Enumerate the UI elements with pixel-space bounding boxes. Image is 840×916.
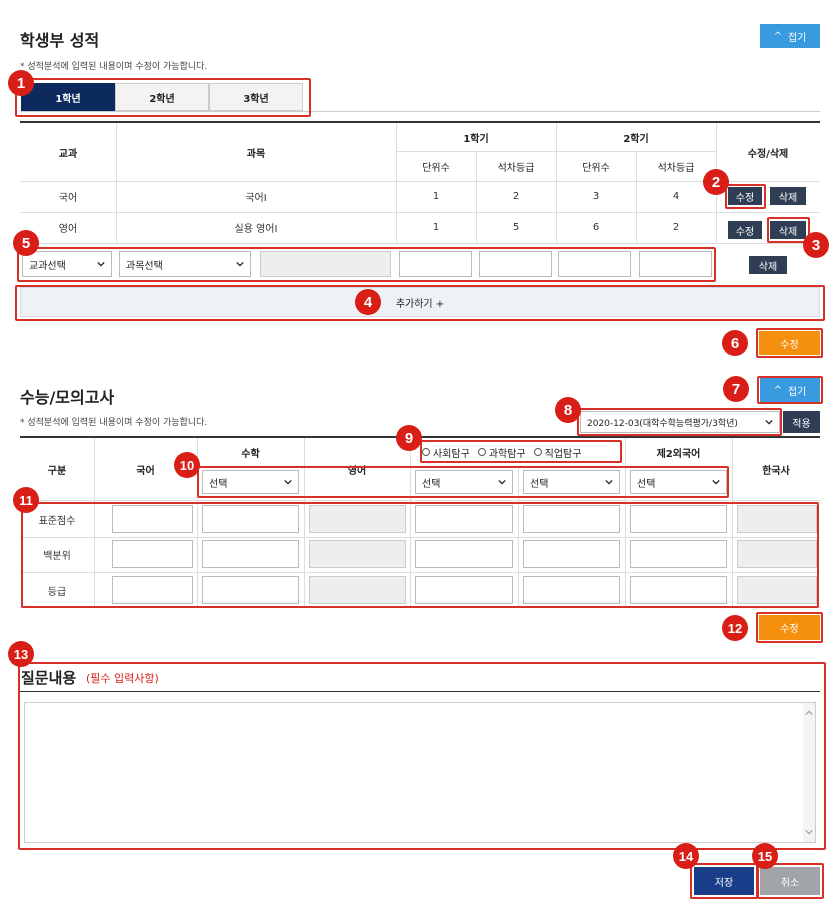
row2-s2-grade: 2 — [672, 222, 680, 233]
annotation-box-records-save — [756, 328, 823, 358]
badge-13: 13 — [8, 641, 34, 667]
badge-14: 14 — [673, 843, 699, 869]
row2-s1-units: 1 — [432, 222, 440, 233]
annotation-box-tabs — [15, 78, 311, 117]
row2-s1-grade: 5 — [512, 222, 520, 233]
new-row-delete-button[interactable]: 삭제 — [749, 256, 787, 274]
header-s2-units: 단위수 — [582, 162, 610, 174]
header-second-language: 제2외국어 — [656, 448, 701, 460]
row1-subject: 국어 — [58, 193, 78, 204]
badge-1: 1 — [8, 70, 34, 96]
annotation-box-selects — [197, 466, 729, 498]
mock-note: * 성적분석에 입력된 내용이며 수정이 가능합니다. — [20, 418, 208, 428]
records-title: 학생부 성적 — [20, 31, 100, 50]
badge-15: 15 — [752, 843, 778, 869]
badge-2: 2 — [703, 169, 729, 195]
badge-3: 3 — [803, 232, 829, 258]
annotation-box-add — [15, 285, 825, 321]
badge-9: 9 — [396, 425, 422, 451]
badge-5: 5 — [13, 230, 39, 256]
header-course: 과목 — [246, 148, 266, 160]
header-korean-history: 한국사 — [762, 465, 790, 477]
chevron-up-icon: ^ — [773, 30, 782, 42]
annotation-box-mock-save — [756, 612, 823, 643]
annotation-box-scores — [21, 502, 819, 608]
badge-6: 6 — [722, 330, 748, 356]
header-semester-1: 1학기 — [463, 133, 489, 145]
badge-7: 7 — [723, 376, 749, 402]
badge-8: 8 — [555, 397, 581, 423]
annotation-box-exam-select — [577, 408, 782, 436]
annotation-box-new-row — [17, 247, 716, 282]
annotation-box-radio — [420, 440, 622, 463]
row2-edit-button[interactable]: 수정 — [728, 221, 762, 239]
header-subject: 교과 — [58, 148, 78, 160]
badge-11: 11 — [13, 487, 39, 513]
header-math: 수학 — [241, 448, 260, 460]
row1-delete-button[interactable]: 삭제 — [770, 187, 806, 205]
badge-12: 12 — [722, 615, 748, 641]
badge-4: 4 — [355, 289, 381, 315]
row2-course: 실용 영어Ⅰ — [234, 224, 278, 235]
header-s1-units: 단위수 — [422, 162, 450, 174]
header-edit-delete: 수정/삭제 — [747, 148, 789, 160]
header-semester-2: 2학기 — [623, 133, 649, 145]
row2-s2-units: 6 — [592, 222, 600, 233]
annotation-box-collapse — [757, 376, 823, 404]
header-s1-grade: 석차등급 — [497, 162, 535, 174]
row1-s1-grade: 2 — [512, 191, 520, 202]
records-note: * 성적분석에 입력된 내용이며 수정이 가능합니다. — [20, 62, 208, 72]
row1-s1-units: 1 — [432, 191, 440, 202]
exam-apply-button[interactable]: 적용 — [783, 411, 820, 433]
records-collapse-button[interactable]: ^ 접기 — [760, 24, 820, 48]
row1-course: 국어Ⅰ — [245, 193, 267, 204]
badge-10: 10 — [174, 452, 200, 478]
annotation-box-question — [18, 662, 826, 850]
annotation-box-save — [690, 863, 758, 899]
annotation-box-edit — [725, 184, 766, 209]
row1-s2-units: 3 — [592, 191, 600, 202]
mock-title: 수능/모의고사 — [20, 388, 115, 407]
